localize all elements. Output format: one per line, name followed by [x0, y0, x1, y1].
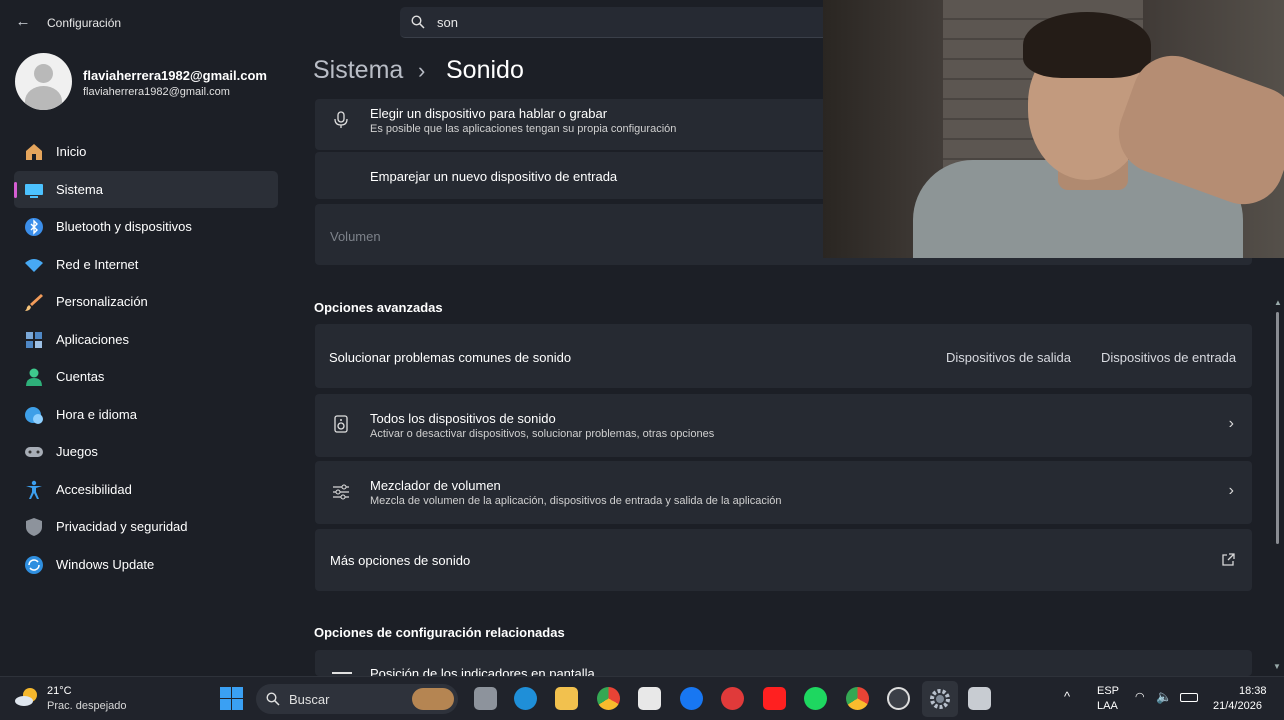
accessibility-icon — [26, 480, 42, 499]
language-bottom[interactable]: LAA — [1097, 700, 1118, 712]
search-icon — [411, 15, 425, 29]
taskbar-search[interactable]: Buscar — [256, 684, 458, 714]
microphone-icon — [334, 111, 348, 128]
edge-icon[interactable] — [514, 687, 537, 710]
all-devices-subtitle: Activar o desactivar dispositivos, soluc… — [370, 428, 715, 440]
search-icon — [266, 692, 280, 706]
sidebar-item-personalizacion[interactable]: Personalización — [14, 283, 278, 321]
youtube-icon[interactable] — [763, 687, 786, 710]
troubleshoot-row: Solucionar problemas comunes de sonido D… — [315, 324, 1252, 388]
sidebar-item-accesibilidad[interactable]: Accesibilidad — [14, 471, 278, 509]
sidebar-item-privacidad[interactable]: Privacidad y seguridad — [14, 508, 278, 546]
profile-email: flaviaherrera1982@gmail.com — [83, 86, 230, 98]
sidebar-item-hora[interactable]: Hora e idioma — [14, 396, 278, 434]
scroll-up-arrow[interactable]: ▲ — [1274, 298, 1282, 307]
gear-icon — [930, 689, 950, 709]
store-icon[interactable] — [638, 687, 661, 710]
advanced-heading: Opciones avanzadas — [314, 300, 443, 315]
wifi-icon — [25, 258, 43, 272]
scroll-down-arrow[interactable]: ▼ — [1273, 662, 1281, 671]
scrollbar-thumb[interactable] — [1276, 312, 1279, 544]
update-icon — [25, 555, 43, 574]
settings-taskbar-active[interactable] — [922, 681, 958, 717]
clock-date[interactable]: 21/4/2026 — [1213, 700, 1262, 712]
language-top[interactable]: ESP — [1097, 685, 1119, 697]
related-row[interactable]: Posición de los indicadores en pantalla — [315, 650, 1252, 676]
volume-label: Volumen — [330, 229, 381, 244]
weather-desc[interactable]: Prac. despejado — [47, 700, 127, 712]
brush-icon — [25, 294, 43, 311]
monitor-icon — [25, 183, 43, 198]
search-box[interactable]: son — [400, 7, 840, 38]
avatar[interactable] — [15, 53, 72, 110]
file-explorer-icon[interactable] — [555, 687, 578, 710]
more-sound-options-row[interactable]: Más opciones de sonido — [315, 529, 1252, 591]
choose-device-title: Elegir un dispositivo para hablar o grab… — [370, 106, 608, 121]
chevron-up-icon[interactable]: ^ — [1064, 689, 1070, 704]
clock-time[interactable]: 18:38 — [1239, 685, 1267, 697]
external-link-icon — [1222, 553, 1235, 566]
sidebar-item-sistema[interactable]: Sistema — [14, 170, 278, 208]
sidebar-item-aplicaciones[interactable]: Aplicaciones — [14, 321, 278, 359]
person-icon — [26, 368, 42, 386]
breadcrumb-parent[interactable]: Sistema — [313, 56, 403, 85]
sidebar-item-juegos[interactable]: Juegos — [14, 433, 278, 471]
sidebar-item-inicio[interactable]: Inicio — [14, 133, 278, 171]
pair-device-title: Emparejar un nuevo dispositivo de entrad… — [370, 169, 618, 184]
speaker-device-icon — [334, 415, 348, 433]
mixer-subtitle: Mezcla de volumen de la aplicación, disp… — [370, 495, 782, 507]
globe-clock-icon — [25, 406, 43, 424]
battery-icon[interactable] — [1180, 693, 1198, 702]
sidebar-item-red[interactable]: Red e Internet — [14, 246, 278, 284]
related-first-item: Posición de los indicadores en pantalla — [370, 666, 595, 676]
search-input[interactable]: son — [437, 15, 458, 30]
settings-window: ← Configuración son flaviaherrera1982@gm… — [0, 0, 1284, 676]
weather-icon[interactable] — [14, 685, 40, 709]
output-devices-link[interactable]: Dispositivos de salida — [946, 350, 1071, 365]
weather-temp[interactable]: 21°C — [47, 685, 72, 697]
choose-device-subtitle: Es posible que las aplicaciones tengan s… — [370, 123, 677, 135]
apps-icon — [26, 331, 42, 348]
taskbar-search-label: Buscar — [289, 692, 330, 707]
sidebar-nav: Inicio Sistema Bluetooth y dispositivos … — [14, 133, 278, 583]
related-heading: Opciones de configuración relacionadas — [314, 625, 565, 640]
facebook-icon[interactable] — [680, 687, 703, 710]
input-devices-link[interactable]: Dispositivos de entrada — [1101, 350, 1236, 365]
gamepad-icon — [25, 447, 43, 457]
youtube-music-icon[interactable] — [721, 687, 744, 710]
windows-start-icon[interactable] — [220, 687, 243, 710]
all-sound-devices-row[interactable]: Todos los dispositivos de sonido Activar… — [315, 394, 1252, 457]
mixer-icon — [333, 484, 349, 500]
app-icon[interactable] — [887, 687, 910, 710]
sidebar-item-cuentas[interactable]: Cuentas — [14, 358, 278, 396]
app-title: Configuración — [47, 16, 122, 30]
sidebar-item-bluetooth[interactable]: Bluetooth y dispositivos — [14, 208, 278, 246]
shield-icon — [26, 518, 42, 536]
wifi-icon[interactable]: ◠ — [1135, 690, 1145, 703]
chevron-right-icon: › — [1228, 415, 1234, 432]
indicator-position-icon — [332, 672, 352, 674]
mixer-title: Mezclador de volumen — [370, 478, 501, 493]
task-view-icon[interactable] — [474, 687, 497, 710]
volume-icon[interactable]: 🔈 — [1156, 689, 1172, 705]
more-options-title: Más opciones de sonido — [330, 553, 471, 568]
app-window-icon[interactable] — [968, 687, 991, 710]
chrome-profile-icon[interactable] — [846, 687, 869, 710]
search-highlight-image — [412, 688, 454, 710]
home-icon — [26, 144, 42, 160]
breadcrumb-separator: › — [418, 58, 426, 83]
all-devices-title: Todos los dispositivos de sonido — [370, 411, 556, 426]
chrome-icon[interactable] — [597, 687, 620, 710]
chevron-right-icon: › — [1228, 482, 1234, 499]
spotify-icon[interactable] — [804, 687, 827, 710]
profile-name: flaviaherrera1982@gmail.com — [83, 68, 267, 83]
bluetooth-icon — [25, 218, 43, 236]
volume-mixer-row[interactable]: Mezclador de volumen Mezcla de volumen d… — [315, 461, 1252, 524]
sidebar-item-windows-update[interactable]: Windows Update — [14, 546, 278, 584]
back-arrow-icon[interactable]: ← — [12, 12, 34, 32]
taskbar: 21°C Prac. despejado Buscar ^ ESP LAA ◠ … — [0, 676, 1284, 720]
troubleshoot-title: Solucionar problemas comunes de sonido — [329, 350, 572, 365]
page-title: Sonido — [446, 56, 524, 84]
webcam-overlay — [823, 0, 1284, 258]
